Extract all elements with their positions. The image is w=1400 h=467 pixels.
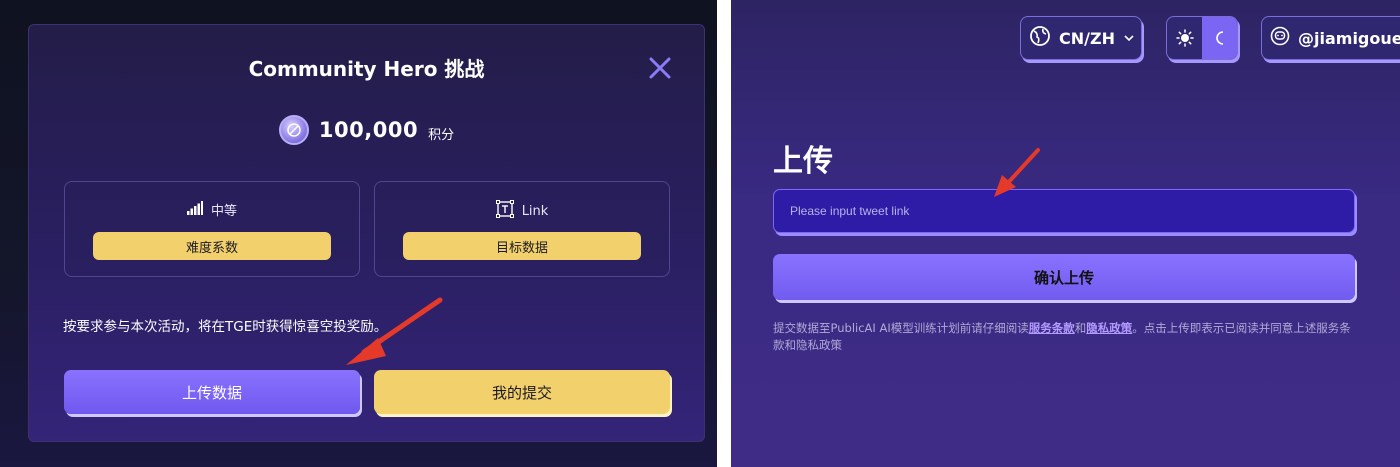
modal-title: Community Hero 挑战 — [248, 57, 485, 81]
terms-of-service-link[interactable]: 服务条款 — [1029, 321, 1075, 335]
signal-bars-icon — [186, 200, 203, 219]
points-unit: 积分 — [428, 127, 455, 143]
difficulty-pill: 难度系数 — [93, 232, 331, 260]
terms-notice: 提交数据至PublicAI AI模型训练计划前请仔细阅读服务条款和隐私政策。点击… — [773, 321, 1351, 352]
confirm-upload-button[interactable]: 确认上传 — [773, 254, 1355, 300]
my-submissions-button[interactable]: 我的提交 — [374, 370, 670, 414]
close-icon[interactable] — [647, 55, 673, 81]
target-data-card: Link 目标数据 — [374, 181, 670, 277]
challenge-description: 按要求参与本次活动，将在TGE时获得惊喜空投奖励。 — [63, 319, 388, 335]
globe-icon — [1029, 25, 1051, 51]
chevron-down-icon — [1123, 29, 1135, 48]
difficulty-level: 中等 — [210, 204, 237, 219]
language-selector[interactable]: CN/ZH — [1020, 16, 1142, 60]
points-value: 100,000 — [318, 118, 419, 142]
text-box-icon — [495, 200, 514, 222]
points-coin-icon — [278, 115, 309, 145]
username: @jiamigouer — [1298, 28, 1400, 48]
avatar-icon — [1270, 26, 1290, 50]
tweet-link-input[interactable] — [773, 189, 1355, 233]
target-type: Link — [521, 203, 549, 219]
sun-icon[interactable] — [1167, 17, 1202, 59]
points-reward: 100,000 积分 — [29, 115, 704, 145]
target-data-pill: 目标数据 — [403, 232, 641, 260]
language-label: CN/ZH — [1059, 28, 1115, 48]
left-screenshot-panel: Community Hero 挑战 100,000 积分 中等 难度系数 Lin… — [0, 0, 717, 467]
upload-data-button[interactable]: 上传数据 — [64, 370, 360, 414]
challenge-modal: Community Hero 挑战 100,000 积分 中等 难度系数 Lin… — [28, 24, 705, 442]
privacy-policy-link[interactable]: 隐私政策 — [1086, 321, 1132, 335]
theme-toggle[interactable] — [1166, 16, 1238, 60]
upload-heading: 上传 — [773, 144, 833, 179]
moon-icon[interactable] — [1202, 17, 1237, 59]
difficulty-card: 中等 难度系数 — [64, 181, 360, 277]
right-screenshot-panel: CN/ZH @jiamigouer 上传 Please input tweet … — [731, 0, 1400, 467]
user-account-button[interactable]: @jiamigouer — [1261, 16, 1400, 60]
